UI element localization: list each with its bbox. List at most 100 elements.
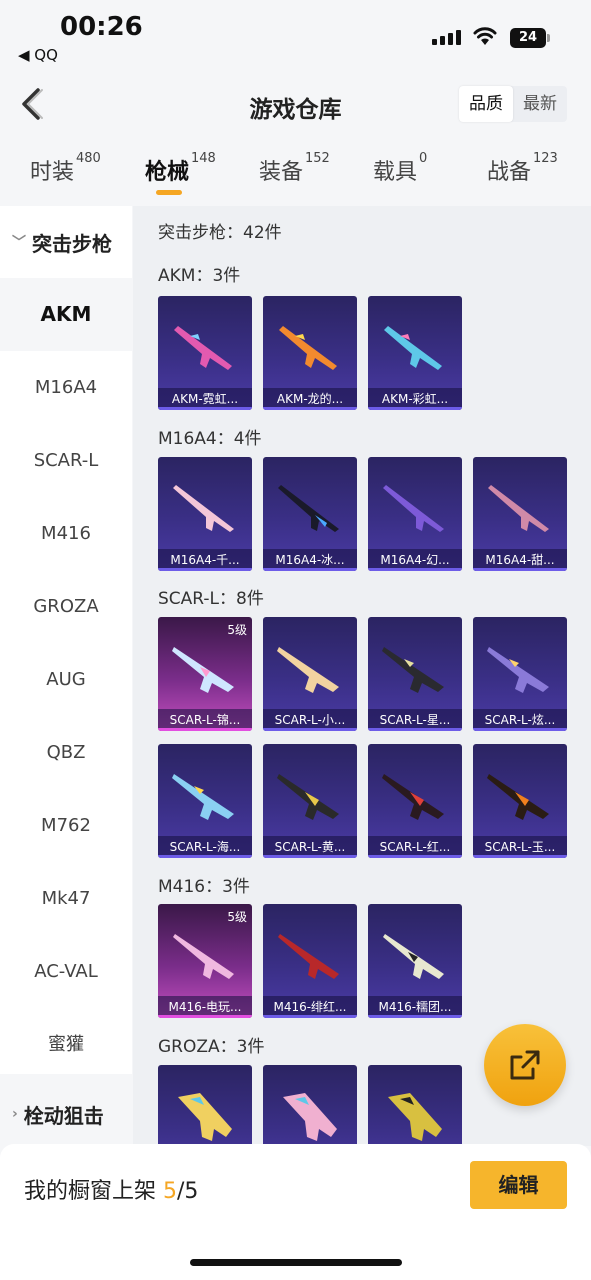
sidebar-item-honey-badger[interactable]: 蜜獾 <box>0 1008 132 1081</box>
sidebar-group-label: 突击步枪 <box>32 231 112 256</box>
weapon-card[interactable]: SCAR-L-红... <box>368 744 462 858</box>
akm-skin-icon <box>174 326 232 370</box>
share-fab-button[interactable] <box>484 1024 566 1106</box>
sort-newest-button[interactable]: 最新 <box>513 86 567 122</box>
weapon-card[interactable]: SCAR-L-海... <box>158 744 252 858</box>
sort-quality-button[interactable]: 品质 <box>459 86 513 122</box>
m416-skin-icon <box>383 934 444 979</box>
sidebar-item-aug[interactable]: AUG <box>0 643 132 716</box>
weapon-card[interactable]: M16A4-甜... <box>473 457 567 571</box>
weapon-card[interactable]: M416-绯红... <box>263 904 357 1018</box>
showcase-label-text: 我的橱窗上架 <box>24 1179 163 1204</box>
weapon-card[interactable]: AKM-霓虹... <box>158 296 252 410</box>
active-tab-indicator <box>156 190 182 195</box>
weapon-card[interactable]: M16A4-幻... <box>368 457 462 571</box>
edit-button[interactable]: 编辑 <box>470 1161 567 1209</box>
m16a4-skin-icon <box>488 485 549 532</box>
m16a4-skin-icon <box>278 485 339 532</box>
sidebar-item-scar-l[interactable]: SCAR-L <box>0 424 132 497</box>
groza-skin-icon <box>178 1093 232 1141</box>
weapon-card[interactable]: AKM-龙的... <box>263 296 357 410</box>
weapon-card[interactable]: SCAR-L-小... <box>263 617 357 731</box>
weapon-card[interactable]: SCAR-L-玉... <box>473 744 567 858</box>
tab-fashion[interactable]: 时装480 <box>30 151 101 186</box>
level-badge: 5级 <box>227 623 247 637</box>
weapon-card[interactable]: M416-糯团... <box>368 904 462 1018</box>
scar-l-skin-icon <box>172 647 234 693</box>
weapon-sidebar: ﹀ 突击步枪 AKM M16A4 SCAR-L M416 GROZA AUG QB… <box>0 206 132 1150</box>
scar-l-skin-icon <box>487 774 549 820</box>
card-rarity-bar <box>263 728 357 731</box>
tab-count: 148 <box>191 151 216 166</box>
weapon-card[interactable]: SCAR-L-星... <box>368 617 462 731</box>
chevron-down-icon: ﹀ <box>12 235 26 251</box>
scar-l-skin-icon <box>382 774 444 820</box>
weapon-grid: 突击步枪：42件 AKM：3件 AKM-霓虹... AKM-龙的... AKM-… <box>133 206 591 1146</box>
tab-label: 枪械 <box>145 160 190 185</box>
tab-label: 战备 <box>487 160 532 185</box>
card-rarity-bar <box>368 855 462 858</box>
card-rarity-bar <box>263 855 357 858</box>
showcase-count: 5 <box>163 1179 177 1204</box>
page-header: 游戏仓库 品质 最新 <box>0 72 591 138</box>
sidebar-item-akm[interactable]: AKM <box>0 278 132 351</box>
sidebar-item-m16a4[interactable]: M16A4 <box>0 351 132 424</box>
weapon-card[interactable] <box>158 1065 252 1146</box>
tab-combat-prep[interactable]: 战备123 <box>487 151 558 186</box>
akm-skin-icon <box>279 326 337 370</box>
sidebar-group-bolt-snipers[interactable]: › 栓动狙击 <box>0 1078 132 1150</box>
sidebar-item-ac-val[interactable]: AC-VAL <box>0 935 132 1008</box>
card-rarity-bar <box>368 728 462 731</box>
tab-equipment[interactable]: 装备152 <box>259 151 330 186</box>
card-rarity-bar <box>473 728 567 731</box>
m416-skin-icon <box>173 934 234 979</box>
m16a4-skin-icon <box>383 485 444 532</box>
scar-l-skin-icon <box>277 774 339 820</box>
card-rarity-bar <box>158 1015 252 1018</box>
battery-icon: 24 <box>510 28 550 48</box>
weapon-card[interactable]: SCAR-L-炫... <box>473 617 567 731</box>
showcase-label: 我的橱窗上架 5/5 <box>24 1173 198 1205</box>
weapon-card[interactable]: M16A4-冰... <box>263 457 357 571</box>
sidebar-item-mk47[interactable]: Mk47 <box>0 862 132 935</box>
sidebar-item-groza[interactable]: GROZA <box>0 570 132 643</box>
category-tabs: 时装480 枪械148 装备152 载具0 战备123 <box>0 148 591 204</box>
weapon-card[interactable]: 5级 SCAR-L-锦... <box>158 617 252 731</box>
sort-toggle: 品质 最新 <box>459 86 567 122</box>
tab-count: 0 <box>419 151 428 166</box>
scar-l-skin-icon <box>277 647 339 693</box>
weapon-card[interactable] <box>263 1065 357 1146</box>
section-label-groza: GROZA：3件 <box>158 1037 265 1057</box>
section-label-akm: AKM：3件 <box>158 266 241 286</box>
section-label-m416: M416：3件 <box>158 877 250 897</box>
back-to-app-link[interactable]: ◀ QQ <box>18 46 58 64</box>
card-rarity-bar <box>158 568 252 571</box>
groza-skin-icon <box>283 1093 337 1141</box>
weapon-card[interactable]: 5级 M416-电玩... <box>158 904 252 1018</box>
category-summary: 突击步枪：42件 <box>158 223 282 243</box>
card-rarity-bar <box>158 728 252 731</box>
wifi-icon <box>473 27 497 45</box>
card-rarity-bar <box>473 855 567 858</box>
sidebar-item-qbz[interactable]: QBZ <box>0 716 132 789</box>
tab-vehicles[interactable]: 载具0 <box>373 151 428 186</box>
tab-count: 123 <box>533 151 558 166</box>
sidebar-group-label: 栓动狙击 <box>23 1103 104 1128</box>
level-badge: 5级 <box>227 910 247 924</box>
showcase-total: /5 <box>177 1179 199 1204</box>
sidebar-item-m416[interactable]: M416 <box>0 497 132 570</box>
weapon-card[interactable]: SCAR-L-黄... <box>263 744 357 858</box>
section-label-m16a4: M16A4：4件 <box>158 429 262 449</box>
card-rarity-bar <box>368 407 462 410</box>
tab-guns[interactable]: 枪械148 <box>145 151 216 186</box>
home-indicator[interactable] <box>190 1259 402 1266</box>
sidebar-group-assault-rifles[interactable]: ﹀ 突击步枪 <box>0 206 132 278</box>
sidebar-item-m762[interactable]: M762 <box>0 789 132 862</box>
weapon-card[interactable]: M16A4-千... <box>158 457 252 571</box>
tab-label: 载具 <box>373 160 418 185</box>
card-rarity-bar <box>473 568 567 571</box>
chevron-right-icon: › <box>12 1106 18 1122</box>
weapon-card[interactable]: AKM-彩虹... <box>368 296 462 410</box>
m16a4-skin-icon <box>173 485 234 532</box>
weapon-card[interactable] <box>368 1065 462 1146</box>
